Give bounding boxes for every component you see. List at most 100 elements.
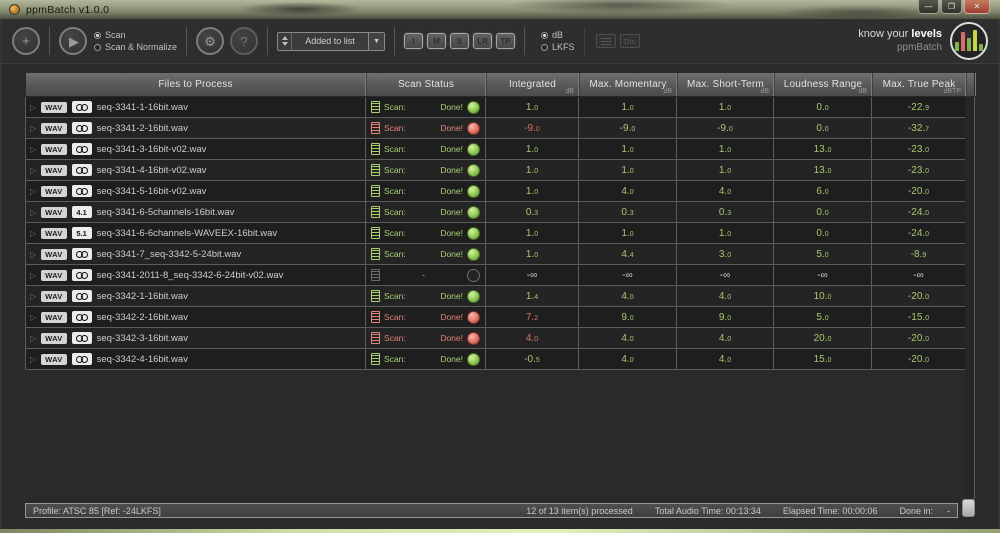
radio-icon[interactable] <box>94 32 101 39</box>
column-header-label: Loudness Range <box>784 79 862 90</box>
expand-arrow-icon[interactable]: ▷ <box>30 292 36 301</box>
sort-dropdown[interactable]: Added to list ▼ <box>277 32 385 51</box>
scan-status-cell: Scan:Done! <box>366 307 486 327</box>
scan-status-cell: Scan:Done! <box>366 139 486 159</box>
format-badge: WAV <box>41 102 66 113</box>
unit-mode-option-db[interactable]: dB <box>541 30 575 40</box>
start-scan-button[interactable]: ▶ <box>59 27 87 55</box>
table-row[interactable]: ▷WAVseq-3342-4-16bit.wavScan:Done!-0.54.… <box>26 349 975 370</box>
expand-arrow-icon[interactable]: ▷ <box>30 124 36 133</box>
status-ball-icon <box>467 269 480 282</box>
column-header-integrated: IntegrateddB <box>486 73 579 96</box>
scan-label: Scan: <box>384 144 406 154</box>
table-row[interactable]: ▷WAVseq-3341-2011-8_seq-3342-6-24bit-v02… <box>26 265 975 286</box>
stereo-channels-icon <box>72 332 92 344</box>
file-name: seq-3341-6-6channels-WAVEEX-16bit.wav <box>97 228 278 239</box>
format-badge: WAV <box>41 207 66 218</box>
loudness-range-value: 0.0 <box>774 223 872 243</box>
scan-result: Done! <box>440 333 463 343</box>
file-cell: ▷WAVseq-3342-3-16bit.wav <box>26 328 366 348</box>
add-files-button[interactable]: + <box>12 27 40 55</box>
max-momentary-value: -∞ <box>579 265 677 285</box>
close-button[interactable]: ✕ <box>964 0 990 14</box>
sort-dropdown-value: Added to list <box>292 33 368 50</box>
meter-button-m[interactable]: M <box>427 33 446 49</box>
expand-arrow-icon[interactable]: ▷ <box>30 313 36 322</box>
scan-status-cell: - <box>366 265 486 285</box>
table-row[interactable]: ▷WAV5.1seq-3341-6-6channels-WAVEEX-16bit… <box>26 223 975 244</box>
expand-arrow-icon[interactable]: ▷ <box>30 334 36 343</box>
table-body: ▷WAVseq-3341-1-16bit.wavScan:Done!1.01.0… <box>25 97 975 370</box>
expand-arrow-icon[interactable]: ▷ <box>30 187 36 196</box>
meter-button-tp[interactable]: TP <box>496 33 515 49</box>
table-row[interactable]: ▷WAV4.1seq-3341-6-5channels-16bit.wavSca… <box>26 202 975 223</box>
loudness-range-value: 0.0 <box>774 97 872 117</box>
scan-mode-option-label: Scan & Normalize <box>105 42 177 52</box>
max-short-term-value: 1.0 <box>677 160 774 180</box>
expand-arrow-icon[interactable]: ▷ <box>30 103 36 112</box>
table-row[interactable]: ▷WAVseq-3341-4-16bit-v02.wavScan:Done!1.… <box>26 160 975 181</box>
maximize-button[interactable]: ❐ <box>941 0 962 14</box>
minimize-button[interactable]: — <box>918 0 939 14</box>
scan-status-cell: Scan:Done! <box>366 244 486 264</box>
logo-bar <box>973 30 977 51</box>
radio-icon[interactable] <box>541 32 548 39</box>
table-row[interactable]: ▷WAVseq-3342-2-16bit.wavScan:Done!7.29.0… <box>26 307 975 328</box>
status-ball-icon <box>467 290 480 303</box>
expand-arrow-icon[interactable]: ▷ <box>30 271 36 280</box>
loudness-range-value: 0.0 <box>774 118 872 138</box>
file-name: seq-3342-1-16bit.wav <box>97 291 188 302</box>
profile-label: Profile: ATSC 85 [Ref: -24LKFS] <box>33 506 161 516</box>
max-true-peak-value: -20.0 <box>872 286 966 306</box>
file-name: seq-3342-4-16bit.wav <box>97 354 188 365</box>
radio-icon[interactable] <box>541 44 548 51</box>
resize-grip[interactable] <box>962 499 975 517</box>
integrated-value: -9.0 <box>486 118 579 138</box>
expand-arrow-icon[interactable]: ▷ <box>30 250 36 259</box>
column-header-max-short-term: Max. Short-TermdB <box>677 73 774 96</box>
vertical-scrollbar[interactable] <box>965 97 975 500</box>
expand-arrow-icon[interactable]: ▷ <box>30 208 36 217</box>
max-short-term-value: 4.0 <box>677 349 774 369</box>
radio-icon[interactable] <box>94 44 101 51</box>
titlebar[interactable]: ppmBatch v1.0.0 — ❐ ✕ <box>0 0 1000 19</box>
stereo-channels-icon <box>72 185 92 197</box>
format-badge: WAV <box>41 123 66 134</box>
status-ball-icon <box>467 122 480 135</box>
file-name: seq-3342-3-16bit.wav <box>97 333 188 344</box>
expand-arrow-icon[interactable]: ▷ <box>30 355 36 364</box>
column-header-scan-status: Scan Status <box>366 73 486 96</box>
toolbar-divider <box>394 27 395 55</box>
meter-button-i[interactable]: I <box>404 33 423 49</box>
integrated-value: 1.0 <box>486 181 579 201</box>
unit-mode-option-lkfs[interactable]: LKFS <box>541 42 575 52</box>
scan-mode-option-label: Scan <box>105 30 126 40</box>
logo-bar <box>961 32 965 51</box>
meter-button-lr[interactable]: LR <box>473 33 492 49</box>
table-row[interactable]: ▷WAVseq-3342-3-16bit.wavScan:Done!4.04.0… <box>26 328 975 349</box>
table-row[interactable]: ▷WAVseq-3341-2-16bit.wavScan:Done!-9.0-9… <box>26 118 975 139</box>
window-controls: — ❐ ✕ <box>918 0 990 14</box>
column-header-files-to-process: Files to Process <box>26 73 366 96</box>
file-cell: ▷WAVseq-3341-1-16bit.wav <box>26 97 366 117</box>
settings-button[interactable]: ⚙ <box>196 27 224 55</box>
list-icon <box>601 38 611 45</box>
table-row[interactable]: ▷WAVseq-3341-1-16bit.wavScan:Done!1.01.0… <box>26 97 975 118</box>
table-row[interactable]: ▷WAVseq-3341-7_seq-3342-5-24bit.wavScan:… <box>26 244 975 265</box>
table-row[interactable]: ▷WAVseq-3342-1-16bit.wavScan:Done!1.44.0… <box>26 286 975 307</box>
sort-order-icon[interactable] <box>278 33 292 50</box>
meter-button-s[interactable]: S <box>450 33 469 49</box>
expand-arrow-icon[interactable]: ▷ <box>30 229 36 238</box>
max-short-term-value: 9.0 <box>677 307 774 327</box>
help-button[interactable]: ? <box>230 27 258 55</box>
scan-list-icon <box>371 122 380 134</box>
table-row[interactable]: ▷WAVseq-3341-5-16bit-v02.wavScan:Done!1.… <box>26 181 975 202</box>
expand-arrow-icon[interactable]: ▷ <box>30 145 36 154</box>
scan-mode-option-scan[interactable]: Scan <box>94 30 177 40</box>
expand-arrow-icon[interactable]: ▷ <box>30 166 36 175</box>
chevron-down-icon[interactable]: ▼ <box>368 33 384 50</box>
integrated-value: -∞ <box>486 265 579 285</box>
scan-mode-option-scan-normalize[interactable]: Scan & Normalize <box>94 42 177 52</box>
table-row[interactable]: ▷WAVseq-3341-3-16bit-v02.wavScan:Done!1.… <box>26 139 975 160</box>
column-unit-label: dB <box>565 88 574 95</box>
